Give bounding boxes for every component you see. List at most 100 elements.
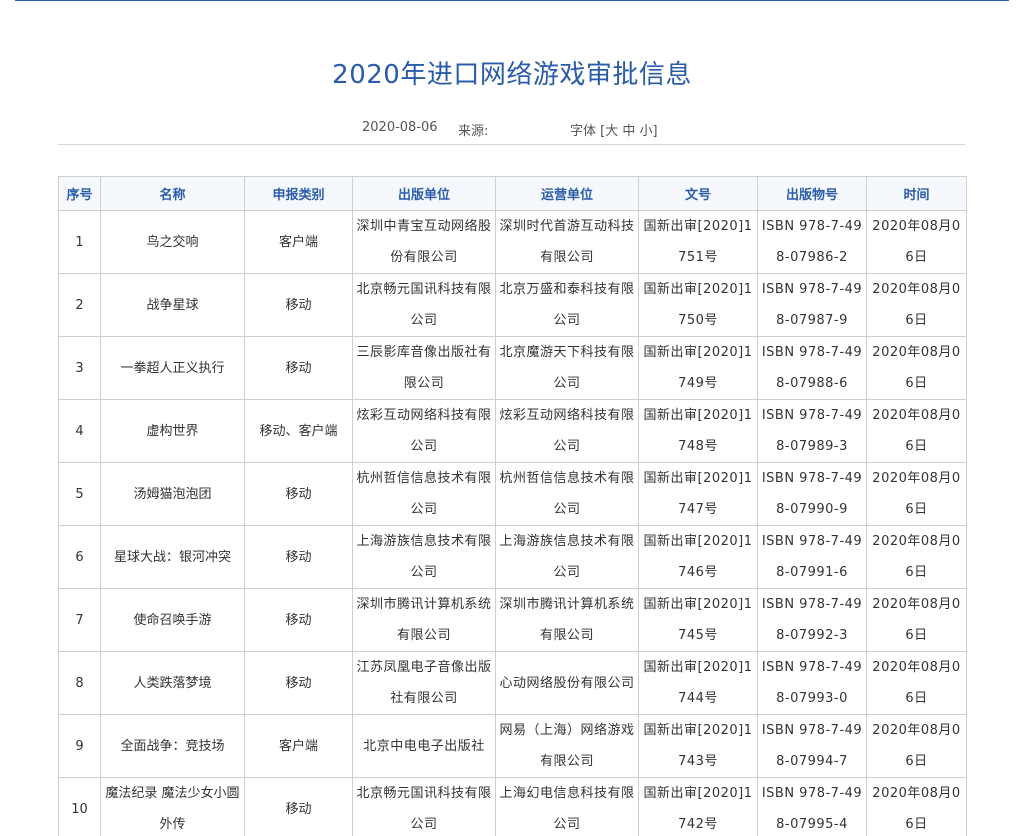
cell-document-no: 国新出审[2020]1746号 (638, 525, 758, 589)
cell-document-no: 国新出审[2020]1743号 (638, 714, 758, 778)
cell-document-no: 国新出审[2020]1742号 (638, 777, 758, 836)
cell-isbn: ISBN 978-7-498-07992-3 (757, 588, 867, 652)
cell-publisher: 三辰影库音像出版社有限公司 (352, 336, 496, 400)
cell-publisher: 深圳中青宝互动网络股份有限公司 (352, 210, 496, 274)
font-size-switcher: 字体 [大 中 小] (570, 120, 658, 139)
font-size-bracket: ] (652, 124, 658, 139)
cell-isbn: ISBN 978-7-498-07987-9 (757, 273, 867, 337)
cell-index: 7 (58, 588, 101, 652)
cell-isbn: ISBN 978-7-498-07986-2 (757, 210, 867, 274)
cell-operator: 上海幻电信息科技有限公司 (495, 777, 639, 836)
cell-category: 移动 (244, 588, 353, 652)
cell-category: 移动、客户端 (244, 399, 353, 463)
source-label: 来源: (458, 124, 489, 139)
cell-operator: 北京魔游天下科技有限公司 (495, 336, 639, 400)
cell-isbn: ISBN 978-7-498-07990-9 (757, 462, 867, 526)
article-meta: 2020-08-06 来源: 字体 [大 中 小] (0, 120, 1024, 139)
cell-operator: 上海游族信息技术有限公司 (495, 525, 639, 589)
cell-index: 3 (58, 336, 101, 400)
cell-category: 移动 (244, 525, 353, 589)
cell-category: 移动 (244, 462, 353, 526)
cell-category: 客户端 (244, 714, 353, 778)
cell-date: 2020年08月06日 (866, 651, 967, 715)
meta-divider (58, 144, 965, 145)
table-row: 5 汤姆猫泡泡团 移动 杭州哲信信息技术有限公司 杭州哲信信息技术有限公司 国新出审[20… (58, 462, 967, 526)
cell-category: 移动 (244, 777, 353, 836)
cell-index: 1 (58, 210, 101, 274)
cell-publisher: 北京中电电子出版社 (352, 714, 496, 778)
cell-category: 移动 (244, 336, 353, 400)
table-row: 1 鸟之交响 客户端 深圳中青宝互动网络股份有限公司 深圳时代首游互动科技有限公司 国新出… (58, 210, 967, 274)
table-row: 6 星球大战：银河冲突 移动 上海游族信息技术有限公司 上海游族信息技术有限公司 国新出审… (58, 525, 967, 589)
cell-isbn: ISBN 978-7-498-07989-3 (757, 399, 867, 463)
cell-index: 4 (58, 399, 101, 463)
cell-category: 客户端 (244, 210, 353, 274)
cell-category: 移动 (244, 651, 353, 715)
cell-name: 汤姆猫泡泡团 (100, 462, 245, 526)
header-index: 序号 (58, 176, 101, 211)
font-medium-button[interactable]: 中 (622, 124, 635, 139)
cell-document-no: 国新出审[2020]1750号 (638, 273, 758, 337)
cell-date: 2020年08月06日 (866, 777, 967, 836)
cell-operator: 北京万盛和泰科技有限公司 (495, 273, 639, 337)
cell-document-no: 国新出审[2020]1745号 (638, 588, 758, 652)
table-row: 7 使命召唤手游 移动 深圳市腾讯计算机系统有限公司 深圳市腾讯计算机系统有限公司 国新出… (58, 588, 967, 652)
cell-publisher: 深圳市腾讯计算机系统有限公司 (352, 588, 496, 652)
cell-publisher: 江苏凤凰电子音像出版社有限公司 (352, 651, 496, 715)
cell-operator: 网易（上海）网络游戏有限公司 (495, 714, 639, 778)
cell-document-no: 国新出审[2020]1748号 (638, 399, 758, 463)
header-name: 名称 (100, 176, 245, 211)
cell-operator: 心动网络股份有限公司 (495, 651, 639, 715)
font-small-button[interactable]: 小 (640, 124, 653, 139)
cell-date: 2020年08月06日 (866, 399, 967, 463)
cell-isbn: ISBN 978-7-498-07993-0 (757, 651, 867, 715)
cell-isbn: ISBN 978-7-498-07994-7 (757, 714, 867, 778)
cell-date: 2020年08月06日 (866, 525, 967, 589)
cell-publisher: 北京畅元国讯科技有限公司 (352, 777, 496, 836)
cell-document-no: 国新出审[2020]1747号 (638, 462, 758, 526)
cell-operator: 深圳市腾讯计算机系统有限公司 (495, 588, 639, 652)
cell-publisher: 炫彩互动网络科技有限公司 (352, 399, 496, 463)
table-body: 1 鸟之交响 客户端 深圳中青宝互动网络股份有限公司 深圳时代首游互动科技有限公司 国新出… (58, 210, 967, 836)
cell-operator: 炫彩互动网络科技有限公司 (495, 399, 639, 463)
cell-name: 战争星球 (100, 273, 245, 337)
cell-index: 8 (58, 651, 101, 715)
cell-date: 2020年08月06日 (866, 462, 967, 526)
header-operator: 运营单位 (495, 176, 639, 211)
cell-name: 一拳超人正义执行 (100, 336, 245, 400)
cell-name: 人类跌落梦境 (100, 651, 245, 715)
cell-name: 鸟之交响 (100, 210, 245, 274)
cell-isbn: ISBN 978-7-498-07988-6 (757, 336, 867, 400)
cell-operator: 杭州哲信信息技术有限公司 (495, 462, 639, 526)
publish-date: 2020-08-06 (362, 120, 438, 135)
cell-operator: 深圳时代首游互动科技有限公司 (495, 210, 639, 274)
top-divider (15, 0, 1009, 1)
table-row: 10 魔法纪录 魔法少女小圆外传 移动 北京畅元国讯科技有限公司 上海幻电信息科技有限公… (58, 777, 967, 836)
table-row: 2 战争星球 移动 北京畅元国讯科技有限公司 北京万盛和泰科技有限公司 国新出审[2020… (58, 273, 967, 337)
cell-document-no: 国新出审[2020]1744号 (638, 651, 758, 715)
cell-name: 全面战争：竞技场 (100, 714, 245, 778)
cell-index: 6 (58, 525, 101, 589)
table-header-row: 序号 名称 申报类别 出版单位 运营单位 文号 出版物号 时间 (58, 176, 967, 211)
cell-index: 5 (58, 462, 101, 526)
cell-name: 星球大战：银河冲突 (100, 525, 245, 589)
cell-publisher: 北京畅元国讯科技有限公司 (352, 273, 496, 337)
table-row: 8 人类跌落梦境 移动 江苏凤凰电子音像出版社有限公司 心动网络股份有限公司 国新出审[2… (58, 651, 967, 715)
cell-date: 2020年08月06日 (866, 714, 967, 778)
cell-index: 2 (58, 273, 101, 337)
cell-name: 魔法纪录 魔法少女小圆外传 (100, 777, 245, 836)
table-row: 4 虚构世界 移动、客户端 炫彩互动网络科技有限公司 炫彩互动网络科技有限公司 国新出审[… (58, 399, 967, 463)
header-category: 申报类别 (244, 176, 353, 211)
cell-document-no: 国新出审[2020]1749号 (638, 336, 758, 400)
article-page: 2020年进口网络游戏审批信息 2020-08-06 来源: 字体 [大 中 小… (0, 0, 1024, 836)
cell-publisher: 杭州哲信信息技术有限公司 (352, 462, 496, 526)
cell-publisher: 上海游族信息技术有限公司 (352, 525, 496, 589)
page-title: 2020年进口网络游戏审批信息 (332, 60, 692, 90)
cell-date: 2020年08月06日 (866, 588, 967, 652)
cell-date: 2020年08月06日 (866, 336, 967, 400)
cell-index: 10 (58, 777, 101, 836)
cell-date: 2020年08月06日 (866, 273, 967, 337)
font-large-button[interactable]: 大 (605, 124, 618, 139)
table-row: 9 全面战争：竞技场 客户端 北京中电电子出版社 网易（上海）网络游戏有限公司 国新出审[… (58, 714, 967, 778)
cell-name: 使命召唤手游 (100, 588, 245, 652)
